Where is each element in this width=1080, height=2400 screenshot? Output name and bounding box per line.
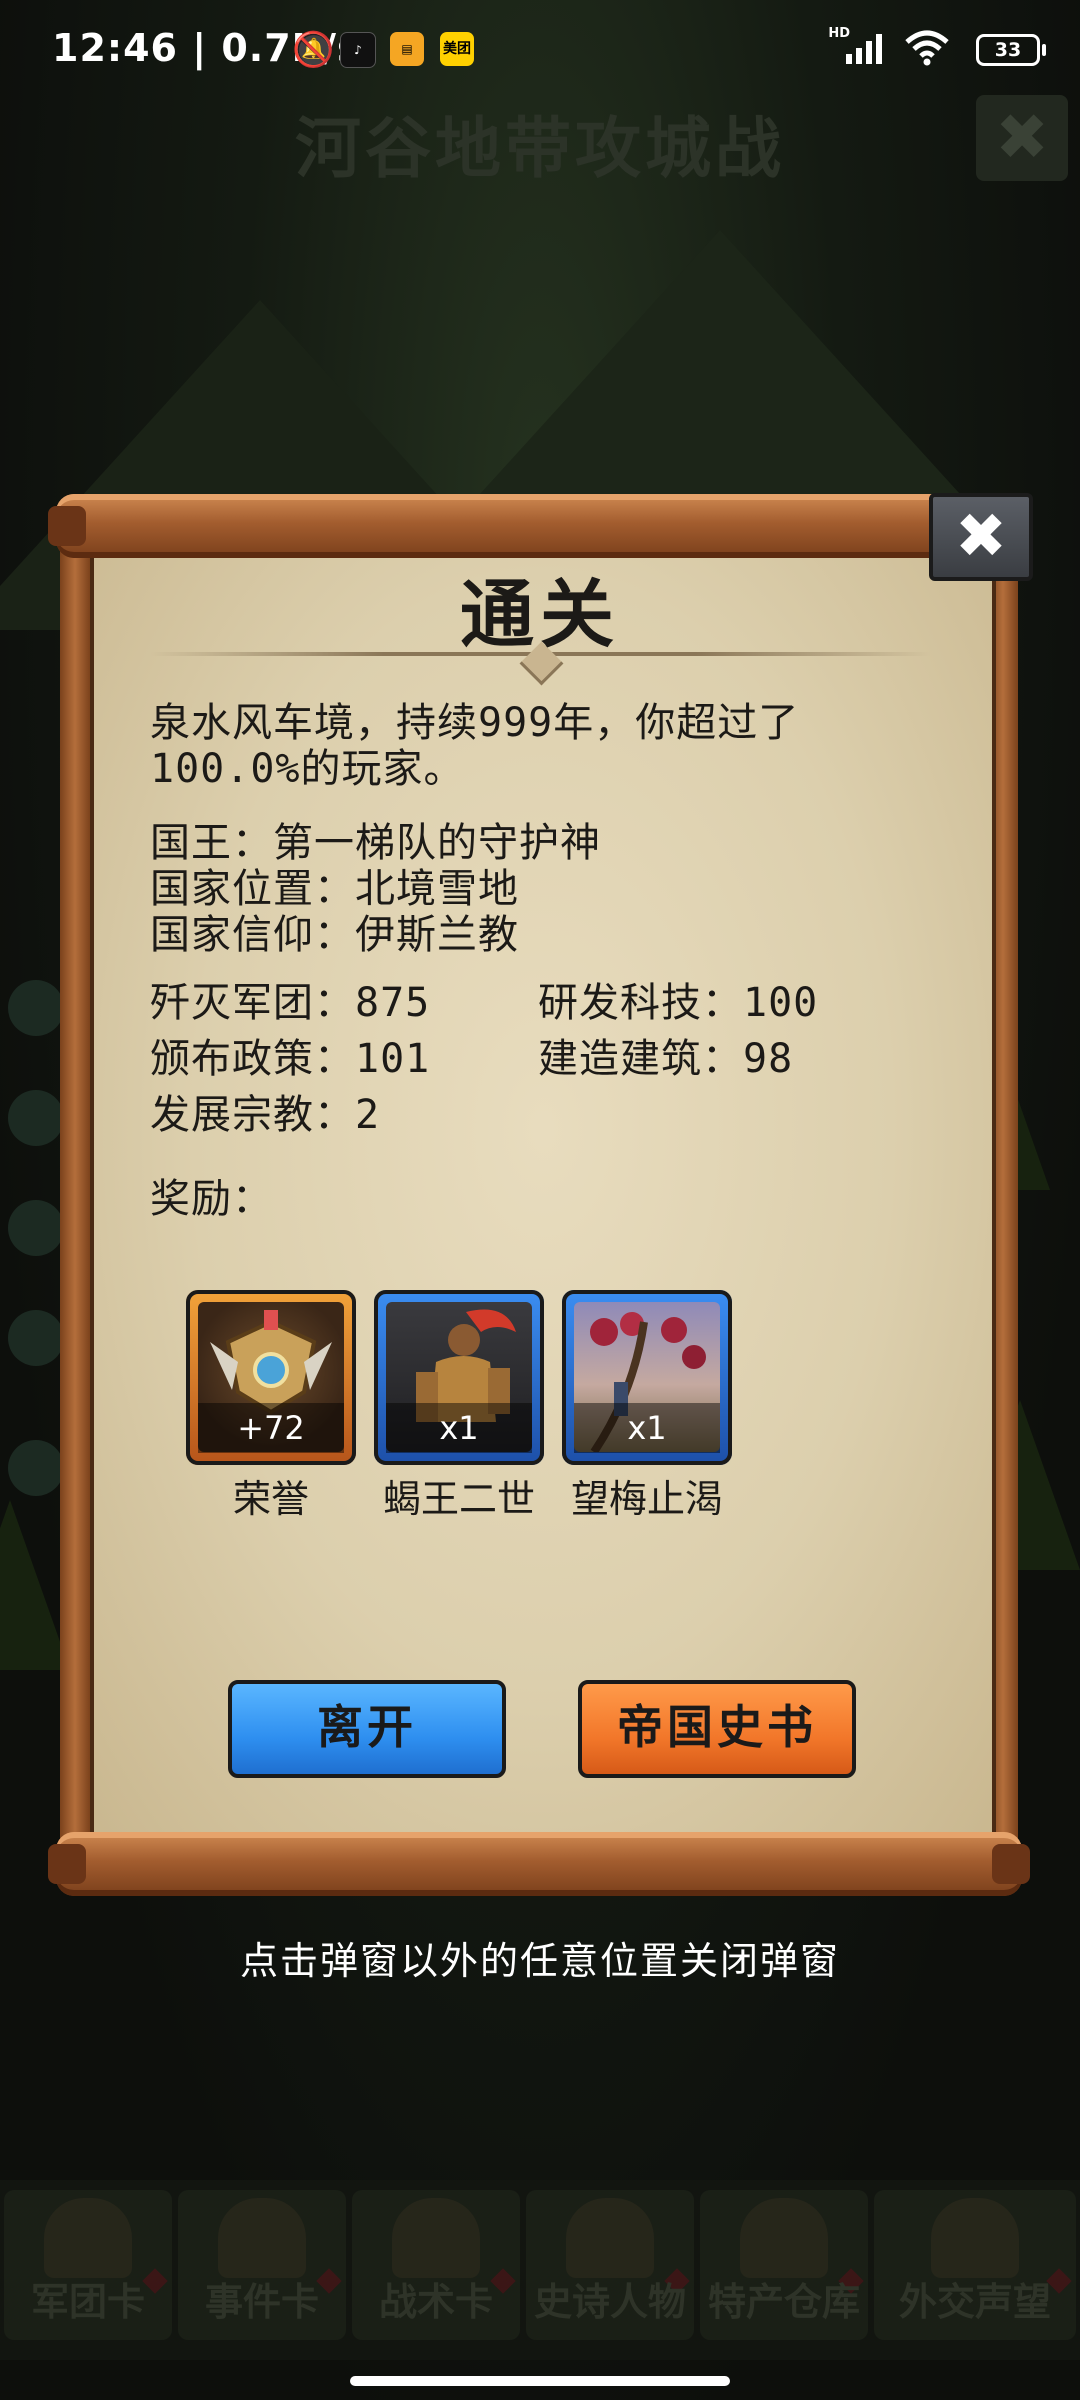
reward-name-honor: 荣誉 [232,1477,309,1521]
bg-tab-label: 军团卡 [30,2280,145,2324]
scroll-rod-bottom [48,1832,1030,1896]
crown-icon [566,2198,654,2278]
scroll-rod-top [48,494,1030,558]
wifi-icon [904,30,950,66]
stat-policies: 颁布政策：101 [150,1036,431,1082]
reward-qty: x1 [386,1403,532,1453]
battery-icon: 33 [976,34,1046,66]
notes-app-icon: ▤ [390,32,424,66]
bg-close-icon: ✖ [976,95,1068,181]
stat-research: 研发科技：100 [538,980,819,1026]
status-bar: 12:46 | 0.7K/s 🔕 ♪ ▤ 美团 HD 33 [0,0,1080,100]
reward-item-plum[interactable]: x1 [562,1290,732,1465]
app-root: 河谷地带攻城战 ✖ 军团卡 事件卡 战术卡 史诗人物 特产仓库 外交声望 12:… [0,0,1080,2400]
stat-buildings: 建造建筑：98 [538,1036,794,1082]
bg-tab-label: 史诗人物 [533,2280,686,2324]
reward-name-scorpion-king: 蝎王二世 [382,1477,535,1521]
signal-icon [846,32,890,64]
stat-religion-dev: 发展宗教：2 [150,1092,381,1138]
chest-icon [740,2198,828,2278]
bg-screen-title: 河谷地带攻城战 [295,110,785,187]
scroll-side-left [60,544,90,1844]
home-indicator[interactable] [350,2376,730,2386]
meituan-icon: 美团 [440,32,474,66]
reward-qty: x1 [574,1403,720,1453]
tiktok-icon: ♪ [340,32,376,68]
bg-tab-warehouse: 特产仓库 [700,2190,868,2340]
location-text: 国家位置：北境雪地 [150,866,519,912]
bg-tab-label: 战术卡 [378,2280,493,2324]
bg-tab-legion: 军团卡 [4,2190,172,2340]
empire-history-button[interactable]: 帝国史书 [578,1680,856,1778]
stat-destroyed: 歼灭军团：875 [150,980,431,1026]
bg-tab-label: 事件卡 [204,2280,319,2324]
mute-bell-icon: 🔕 [292,30,335,70]
bg-tab-label: 特产仓库 [707,2280,860,2324]
bg-tab-label: 外交声望 [898,2280,1051,2324]
bg-tab-tactic: 战术卡 [352,2190,520,2340]
bg-tab-event: 事件卡 [178,2190,346,2340]
envelope-icon [931,2198,1019,2278]
compass-icon [392,2198,480,2278]
religion-text: 国家信仰：伊斯兰教 [150,912,519,958]
king-text: 国王：第一梯队的守护神 [150,820,601,866]
clock-text: 12:46 [52,26,178,70]
reward-qty: +72 [198,1403,344,1453]
rewards-label: 奖励： [150,1176,273,1222]
bg-tab-epic: 史诗人物 [526,2190,694,2340]
scroll-icon [218,2198,306,2278]
reward-name-plum: 望梅止渴 [570,1477,723,1521]
bg-tab-diplomacy: 外交声望 [874,2190,1076,2340]
helmet-icon [44,2198,132,2278]
leave-button[interactable]: 离开 [228,1680,506,1778]
summary-text: 泉水风车境，持续999年，你超过了100.0%的玩家。 [150,700,800,792]
dismiss-hint: 点击弹窗以外的任意位置关闭弹窗 [239,1939,840,1983]
reward-item-honor[interactable]: +72 [186,1290,356,1465]
reward-item-scorpion-king[interactable]: x1 [374,1290,544,1465]
